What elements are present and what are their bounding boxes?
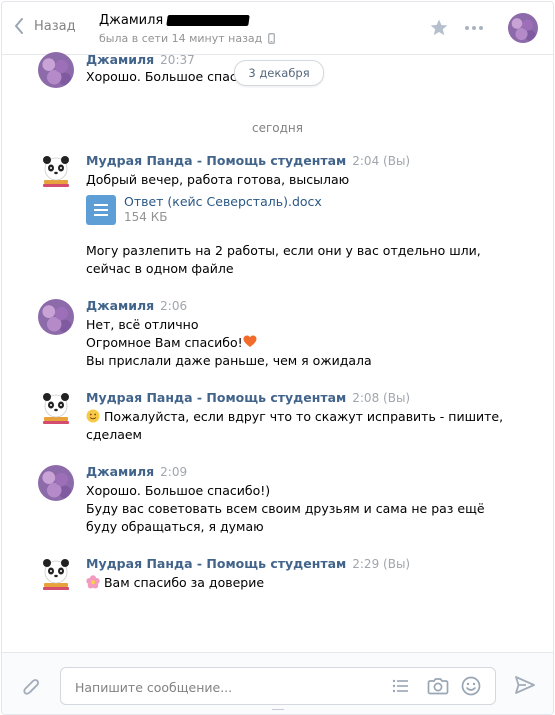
resize-grip[interactable] <box>272 709 284 714</box>
flower-emoji-icon <box>86 575 100 589</box>
you-label: (Вы) <box>383 154 411 168</box>
date-separator: сегодня <box>252 121 303 135</box>
message-time: 2:29 <box>352 557 380 571</box>
date-pill[interactable]: 3 декабря <box>234 60 324 86</box>
panda-avatar[interactable] <box>38 557 74 593</box>
peer-name[interactable]: Джамиля <box>99 13 251 28</box>
chat-header: Назад Джамиля была в сети 14 минут назад <box>2 2 553 55</box>
message-input[interactable] <box>73 676 377 698</box>
star-icon[interactable] <box>430 19 448 36</box>
smiley-icon[interactable] <box>461 676 481 696</box>
document-size: 154 КБ <box>124 210 168 224</box>
message-text: Хорошо. Большое спасибо!) <box>86 483 271 498</box>
message-top: Джамиля 20:37 Хорошо. Большое спасибо! <box>38 52 265 88</box>
message: Мудрая Панда - Помощь студентам 2:04 (Вы)… <box>38 153 410 190</box>
message-time: 2:06 <box>160 299 188 313</box>
back-button[interactable]: Назад <box>14 18 76 34</box>
panda-avatar[interactable] <box>38 391 74 427</box>
message-author[interactable]: Мудрая Панда - Помощь студентам 2:29 (Вы) <box>86 556 410 571</box>
message-author[interactable]: Джамиля 2:06 <box>86 298 187 313</box>
message-text: Нет, всё отлично <box>86 317 199 332</box>
header-avatar[interactable] <box>508 13 538 43</box>
more-options-icon[interactable] <box>465 26 483 30</box>
peer-name-text: Джамиля <box>99 13 164 28</box>
document-attachment[interactable]: Ответ (кейс Северсталь).docx 154 КБ <box>86 194 322 225</box>
you-label: (Вы) <box>383 557 411 571</box>
chevron-left-icon <box>15 18 23 34</box>
panda-icon <box>43 156 69 187</box>
message-text: буду обращаться, я думаю <box>86 519 264 534</box>
message-text: Могу разлепить на 2 работы, если они у в… <box>86 243 481 258</box>
message-text: Пожалуйста, если вдруг что то скажут исп… <box>86 408 503 426</box>
message-text: сейчас в одном файле <box>86 261 234 276</box>
message-author[interactable]: Мудрая Панда - Помощь студентам 2:04 (Вы) <box>86 153 410 168</box>
camera-icon[interactable] <box>427 676 449 696</box>
message-text: Огромное Вам спасибо! <box>86 334 257 352</box>
message: Джамиля 2:09 Хорошо. Большое спасибо!) Бу… <box>38 464 485 534</box>
message-time: 2:04 <box>352 154 380 168</box>
message-text: Буду вас советовать всем своим друзьям и… <box>86 501 485 516</box>
message-time: 2:08 <box>352 391 380 405</box>
peer-status-text: была в сети 14 минут назад <box>99 32 263 45</box>
you-label: (Вы) <box>383 391 411 405</box>
heart-emoji-icon <box>243 335 257 347</box>
message-text: сделаем <box>86 427 142 442</box>
redacted-surname <box>166 15 251 26</box>
message-time: 20:37 <box>160 53 195 67</box>
mobile-phone-icon <box>268 33 276 44</box>
message: Джамиля 2:06 Нет, всё отлично Огромное Ва… <box>38 298 372 368</box>
message-author[interactable]: Джамиля 2:09 <box>86 464 187 479</box>
message: Мудрая Панда - Помощь студентам 2:08 (Вы)… <box>38 390 503 442</box>
peer-status: была в сети 14 минут назад <box>99 32 276 45</box>
send-icon[interactable] <box>515 676 535 694</box>
panda-avatar[interactable] <box>38 154 74 190</box>
message-composer <box>2 652 553 714</box>
message: Мудрая Панда - Помощь студентам 2:29 (Вы)… <box>38 556 410 593</box>
paperclip-icon[interactable] <box>22 677 42 699</box>
message-author[interactable]: Джамиля 20:37 <box>86 52 195 67</box>
message-text: Вам спасибо за доверие <box>86 574 264 592</box>
chat-window: Назад Джамиля была в сети 14 минут назад… <box>1 1 554 715</box>
panda-icon <box>43 393 69 424</box>
smile-emoji-icon <box>86 409 100 423</box>
avatar[interactable] <box>38 52 74 88</box>
back-label: Назад <box>34 18 76 34</box>
message-time: 2:09 <box>160 465 188 479</box>
panda-icon <box>43 559 69 590</box>
avatar[interactable] <box>38 299 74 335</box>
message-input-box[interactable] <box>60 667 496 705</box>
document-icon <box>86 195 116 225</box>
document-name[interactable]: Ответ (кейс Северсталь).docx <box>124 194 322 209</box>
message-author[interactable]: Мудрая Панда - Помощь студентам 2:08 (Вы) <box>86 390 410 405</box>
message-text: Вы прислали даже раньше, чем я ожидала <box>86 353 372 368</box>
message-text: Добрый вечер, работа готова, высылаю <box>86 172 350 187</box>
avatar[interactable] <box>38 465 74 501</box>
bot-keyboard-icon[interactable] <box>391 676 411 696</box>
